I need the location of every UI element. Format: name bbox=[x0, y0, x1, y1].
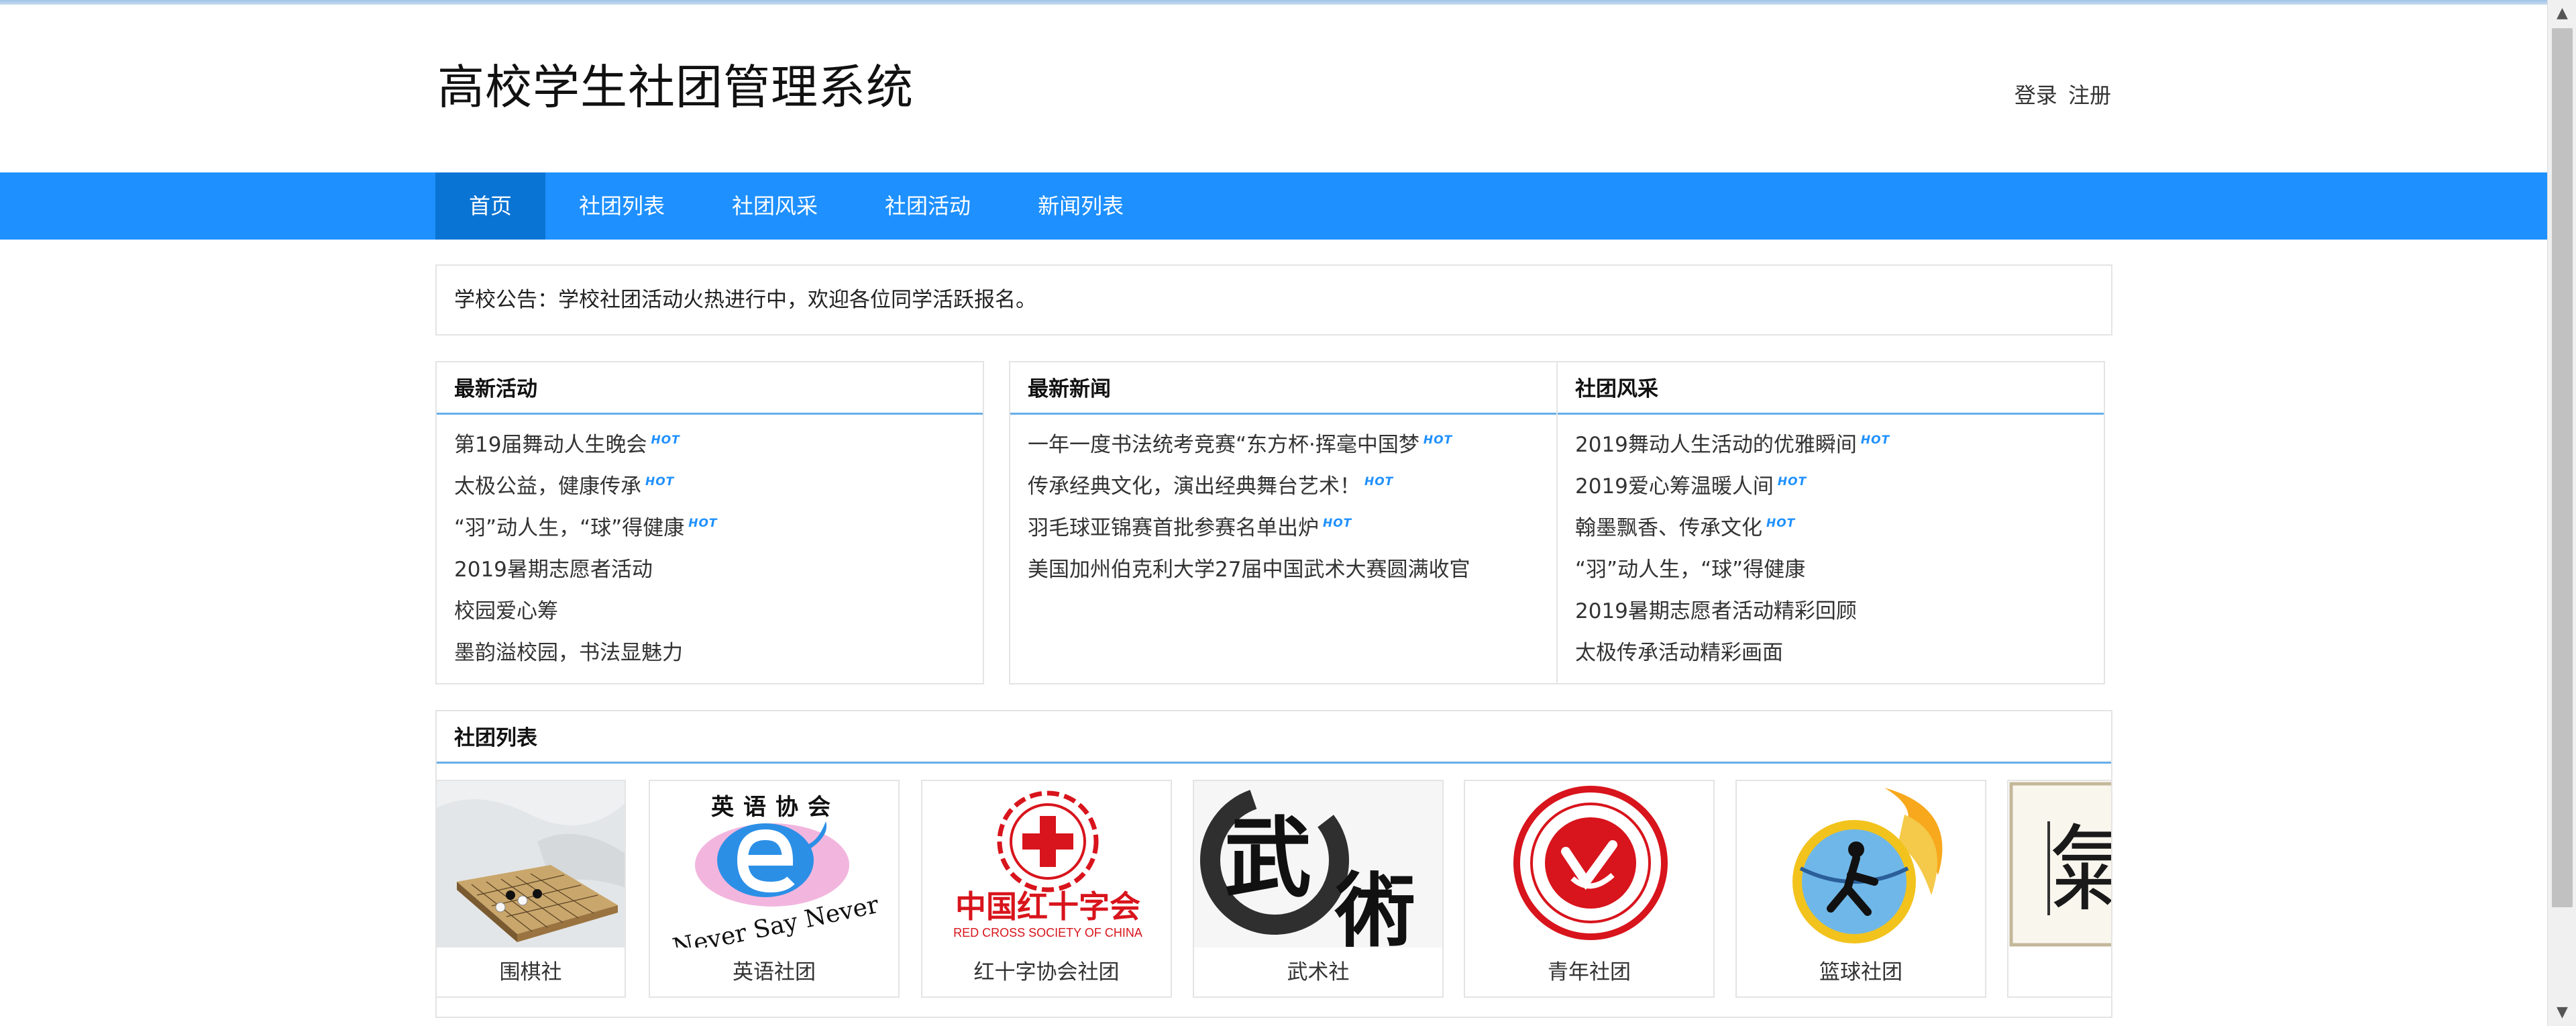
club-carousel: 围棋社 英语协会 Never Say Never 英语社团 中国红十字会 RED… bbox=[437, 780, 2112, 1017]
go-board-icon bbox=[437, 781, 625, 947]
hot-badge: HOT bbox=[688, 517, 718, 530]
nav-home[interactable]: 首页 bbox=[435, 172, 546, 240]
panel-title: 最新新闻 bbox=[1010, 362, 1556, 415]
nav-club-showcase[interactable]: 社团风采 bbox=[698, 172, 851, 240]
club-card-basketball[interactable]: 篮球社团 bbox=[1735, 780, 1986, 998]
hot-badge: HOT bbox=[645, 475, 675, 489]
english-club-logo: 英语协会 Never Say Never bbox=[650, 781, 898, 947]
hot-badge: HOT bbox=[1766, 517, 1796, 530]
nav-club-activities[interactable]: 社团活动 bbox=[851, 172, 1004, 240]
list-item[interactable]: “羽”动人生，“球”得健康 bbox=[1558, 549, 2104, 591]
nav-club-list[interactable]: 社团列表 bbox=[545, 172, 698, 240]
logo-text: 英语协会 bbox=[711, 794, 840, 821]
list-item[interactable]: 2019暑期志愿者活动精彩回顾 bbox=[1558, 591, 2104, 632]
hot-badge: HOT bbox=[1323, 517, 1352, 530]
logo-text: 中国红十字会 bbox=[955, 888, 1140, 925]
club-name[interactable]: 武术社 bbox=[1194, 947, 1442, 998]
scroll-up-arrow-icon[interactable]: ▲ bbox=[2548, 0, 2576, 27]
list-item[interactable]: 第19届舞动人生晚会 HOT bbox=[437, 424, 983, 466]
club-card-english[interactable]: 英语协会 Never Say Never 英语社团 bbox=[649, 780, 900, 998]
panel-title: 最新活动 bbox=[437, 362, 983, 415]
club-card-red-cross[interactable]: 中国红十字会 RED CROSS SOCIETY OF CHINA 红十字协会社… bbox=[921, 780, 1172, 998]
club-card-wushu[interactable]: 武 術 武术社 bbox=[1193, 780, 1444, 998]
list-item[interactable]: 墨韵溢校园，书法显魅力 bbox=[437, 632, 983, 674]
list-item[interactable]: 2019暑期志愿者活动 bbox=[437, 549, 983, 591]
list-item[interactable]: “羽”动人生，“球”得健康 HOT bbox=[437, 507, 983, 549]
club-name[interactable]: 书 bbox=[2008, 947, 2111, 998]
club-name[interactable]: 红十字协会社团 bbox=[922, 947, 1171, 998]
youth-association-seal bbox=[1465, 781, 1713, 947]
calligraphy-scroll: 氣 bbox=[2008, 781, 2112, 947]
list-item[interactable]: 2019舞动人生活动的优雅瞬间 HOT bbox=[1558, 424, 2104, 466]
martial-arts-calligraphy: 武 術 bbox=[1194, 781, 1442, 947]
hot-badge: HOT bbox=[1777, 475, 1807, 489]
club-list-panel: 社团列表 围棋社 英语协会 Never Say Never 英语社团 中国红十字… bbox=[435, 710, 2112, 1018]
hot-badge: HOT bbox=[1423, 433, 1453, 447]
hot-badge: HOT bbox=[651, 433, 680, 447]
news-list: 一年一度书法统考竞赛“东方杯·挥毫中国梦 HOT 传承经典文化，演出经典舞台艺术！… bbox=[1010, 415, 1556, 591]
top-accent-line bbox=[0, 0, 2547, 5]
list-item[interactable]: 一年一度书法统考竞赛“东方杯·挥毫中国梦 HOT bbox=[1010, 424, 1556, 466]
main-navbar: 首页 社团列表 社团风采 社团活动 新闻列表 bbox=[0, 172, 2547, 240]
red-cross-logo: 中国红十字会 RED CROSS SOCIETY OF CHINA bbox=[922, 781, 1171, 947]
club-name[interactable]: 篮球社团 bbox=[1737, 947, 1985, 998]
logo-text: RED CROSS SOCIETY OF CHINA bbox=[953, 926, 1142, 939]
site-title: 高校学生社团管理系统 bbox=[437, 60, 914, 115]
logo-text: 氣 bbox=[2049, 815, 2112, 925]
login-link[interactable]: 登录 bbox=[2015, 83, 2057, 108]
register-link[interactable]: 注册 bbox=[2068, 83, 2111, 108]
list-item[interactable]: 美国加州伯克利大学27届中国武术大赛圆满收官 bbox=[1010, 549, 1556, 591]
list-item[interactable]: 羽毛球亚锦赛首批参赛名单出炉 HOT bbox=[1010, 507, 1556, 549]
logo-text: 術 bbox=[1334, 864, 1415, 947]
hot-badge: HOT bbox=[1364, 475, 1394, 489]
scroll-thumb[interactable] bbox=[2552, 28, 2573, 907]
club-card-go[interactable]: 围棋社 bbox=[437, 780, 626, 998]
club-card-youth[interactable]: 青年社团 bbox=[1464, 780, 1715, 998]
list-item[interactable]: 太极公益，健康传承 HOT bbox=[437, 466, 983, 507]
vertical-scrollbar[interactable]: ▲ ▼ bbox=[2547, 0, 2576, 1026]
logo-text: 武 bbox=[1224, 807, 1311, 909]
panel-title: 社团列表 bbox=[437, 711, 2111, 764]
list-item[interactable]: 太极传承活动精彩画面 bbox=[1558, 632, 2104, 674]
showcase-list: 2019舞动人生活动的优雅瞬间 HOT 2019爱心筹温暖人间 HOT 翰墨飘香、传… bbox=[1558, 415, 2104, 674]
site-header: 高校学生社团管理系统 登录 注册 bbox=[0, 5, 2547, 172]
club-name[interactable]: 青年社团 bbox=[1465, 947, 1713, 998]
club-card-calligraphy[interactable]: 氣 书 bbox=[2007, 780, 2112, 998]
club-name[interactable]: 英语社团 bbox=[650, 947, 898, 998]
list-item[interactable]: 传承经典文化，演出经典舞台艺术！ HOT bbox=[1010, 466, 1556, 507]
nav-news-list[interactable]: 新闻列表 bbox=[1004, 172, 1157, 240]
scroll-down-arrow-icon[interactable]: ▼ bbox=[2548, 999, 2576, 1026]
school-notice: 学校公告：学校社团活动火热进行中，欢迎各位同学活跃报名。 bbox=[435, 264, 2112, 336]
panel-title: 社团风采 bbox=[1558, 362, 2104, 415]
hot-badge: HOT bbox=[1860, 433, 1890, 447]
list-item[interactable]: 校园爱心筹 bbox=[437, 591, 983, 632]
club-showcase-panel: 社团风采 2019舞动人生活动的优雅瞬间 HOT 2019爱心筹温暖人间 HOT 翰… bbox=[1556, 361, 2105, 684]
auth-links: 登录 注册 bbox=[2015, 79, 2111, 109]
club-name[interactable]: 围棋社 bbox=[437, 947, 625, 998]
basketball-logo bbox=[1737, 781, 1985, 947]
list-item[interactable]: 2019爱心筹温暖人间 HOT bbox=[1558, 466, 2104, 507]
latest-news-panel: 最新新闻 一年一度书法统考竞赛“东方杯·挥毫中国梦 HOT 传承经典文化，演出经典… bbox=[1009, 361, 1558, 684]
list-item[interactable]: 翰墨飘香、传承文化 HOT bbox=[1558, 507, 2104, 549]
latest-activities-panel: 最新活动 第19届舞动人生晚会 HOT 太极公益，健康传承 HOT “羽”动人生，“… bbox=[435, 361, 984, 684]
activity-list: 第19届舞动人生晚会 HOT 太极公益，健康传承 HOT “羽”动人生，“球”得健康… bbox=[437, 415, 983, 674]
